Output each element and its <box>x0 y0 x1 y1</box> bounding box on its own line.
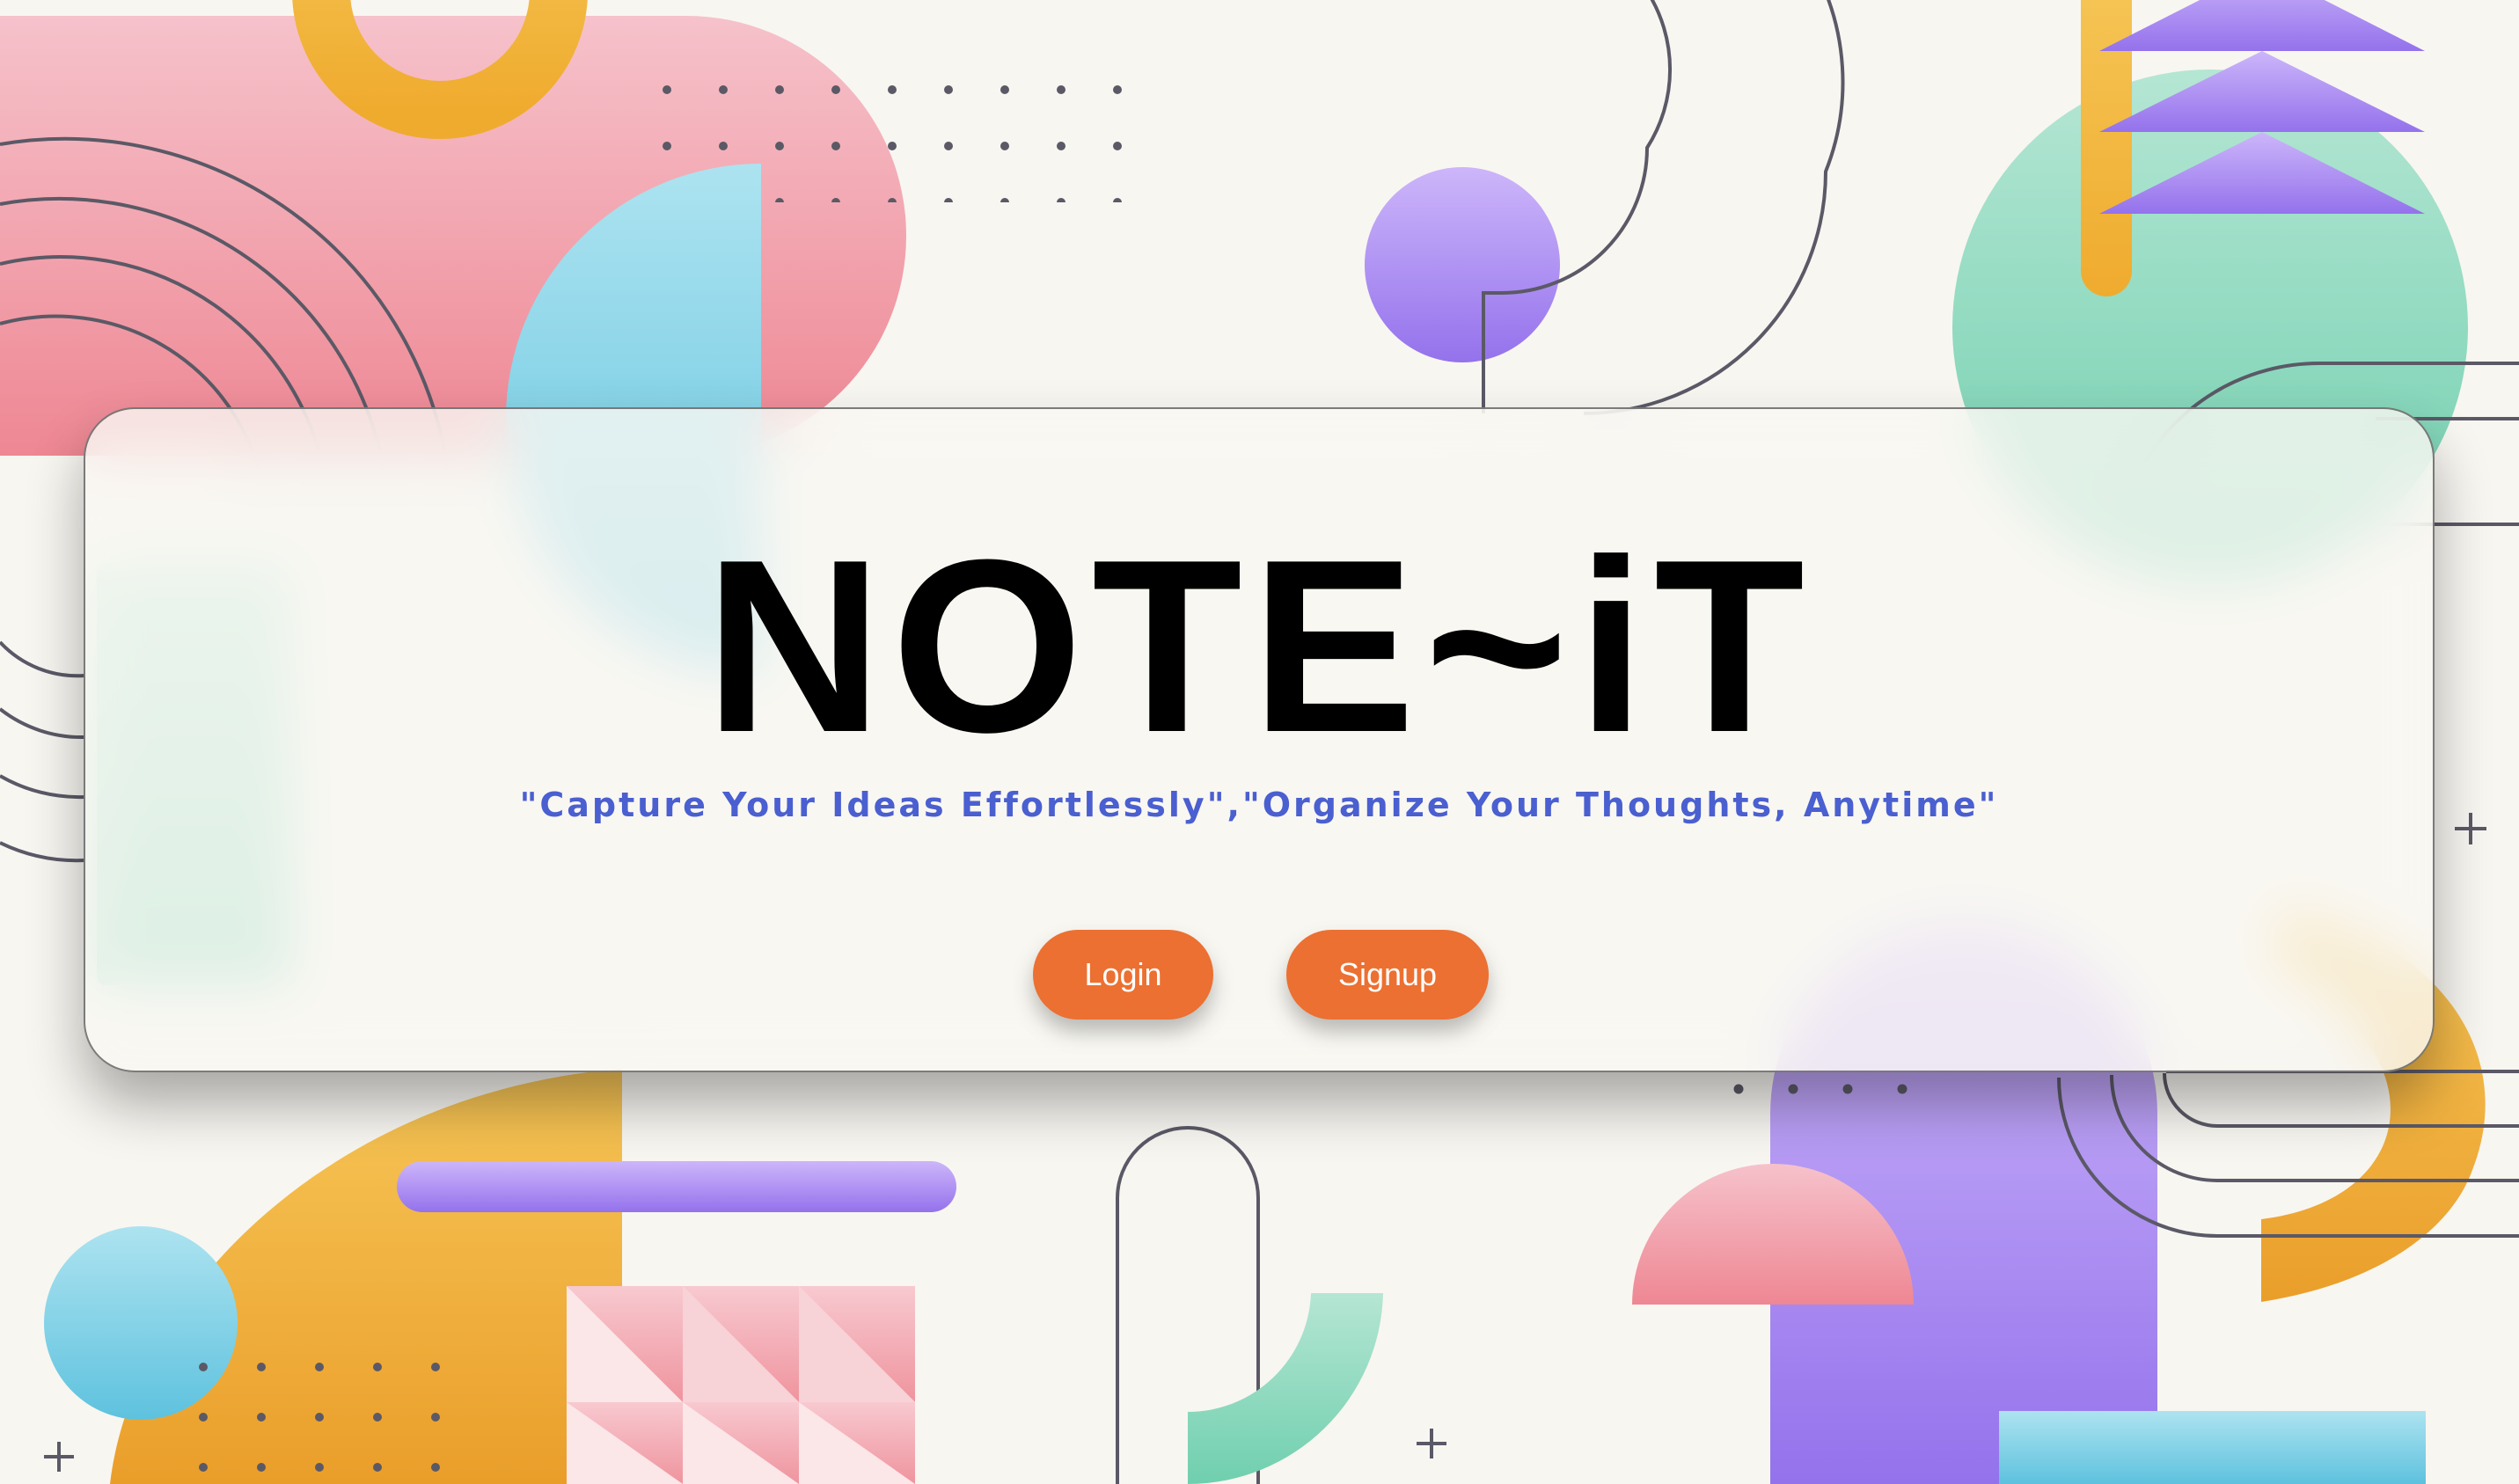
app-title: NOTE~iT <box>704 509 1814 784</box>
plus-icon <box>2455 813 2486 844</box>
app-tagline: "Capture Your Ideas Effortlessly","Organ… <box>519 786 1999 824</box>
hero-card: NOTE~iT "Capture Your Ideas Effortlessly… <box>84 407 2435 1072</box>
signup-button[interactable]: Signup <box>1286 930 1489 1020</box>
login-button[interactable]: Login <box>1033 930 1213 1020</box>
